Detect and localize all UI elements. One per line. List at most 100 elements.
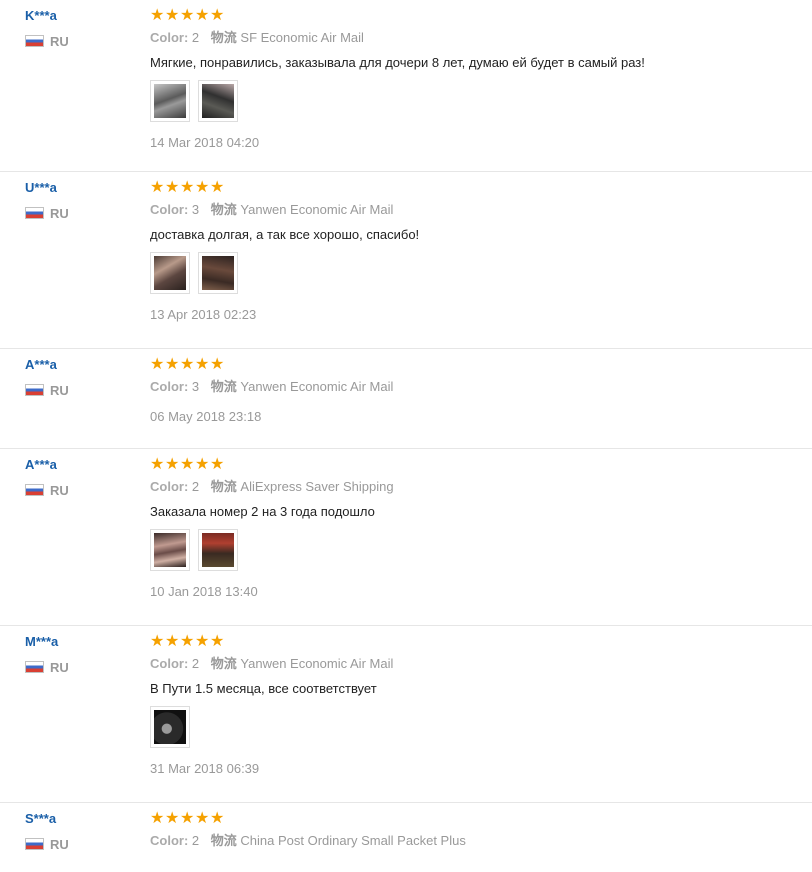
star-icon: ★ <box>165 7 180 24</box>
review-item: A***a RU ★ ★ ★ ★ ★ Color: 3 物流 Yanwen Econom… <box>0 349 812 449</box>
review-content: ★ ★ ★ ★ ★ Color: 2 物流 China Post Ordinary Sm… <box>150 811 802 849</box>
color-label: Color: <box>150 30 189 45</box>
star-rating: ★ ★ ★ ★ ★ <box>150 811 802 827</box>
star-icon: ★ <box>180 810 195 827</box>
star-icon: ★ <box>150 7 165 24</box>
russia-flag-icon <box>25 661 44 673</box>
logistics-label: 物流 <box>210 30 237 45</box>
review-date: 31 Mar 2018 06:39 <box>150 761 260 776</box>
review-item: A***a RU ★ ★ ★ ★ ★ Color: 2 物流 AliExpress Sa… <box>0 449 812 626</box>
country-code: RU <box>50 382 69 398</box>
review-photo-thumbnail[interactable] <box>198 252 238 294</box>
color-label: Color: <box>150 202 189 217</box>
review-user: U***a RU <box>25 180 69 221</box>
review-user: K***a RU <box>25 8 69 49</box>
review-content: ★ ★ ★ ★ ★ Color: 3 物流 Yanwen Economic Air Ma… <box>150 357 802 425</box>
review-content: ★ ★ ★ ★ ★ Color: 2 物流 SF Economic Air Mail М… <box>150 8 802 151</box>
review-date: 06 May 2018 23:18 <box>150 409 262 424</box>
color-value: 3 <box>191 202 200 217</box>
star-icon: ★ <box>150 456 165 473</box>
color-label: Color: <box>150 479 189 494</box>
star-icon: ★ <box>210 810 225 827</box>
review-item: S***a RU ★ ★ ★ ★ ★ Color: 2 物流 China Post Or… <box>0 803 812 872</box>
user-country: RU <box>25 837 69 852</box>
star-icon: ★ <box>210 356 225 373</box>
user-country: RU <box>25 382 69 398</box>
username-link[interactable]: K***a <box>25 8 69 24</box>
logistics-value: Yanwen Economic Air Mail <box>240 379 394 394</box>
username-link[interactable]: A***a <box>25 357 69 373</box>
review-photo-thumbnail[interactable] <box>198 529 238 571</box>
review-date: 13 Apr 2018 02:23 <box>150 307 257 322</box>
logistics-label: 物流 <box>210 479 237 494</box>
username-link[interactable]: A***a <box>25 457 69 473</box>
review-user: S***a RU <box>25 811 69 852</box>
review-user: A***a RU <box>25 457 69 498</box>
country-code: RU <box>50 33 69 49</box>
user-country: RU <box>25 482 69 498</box>
russia-flag-icon <box>25 384 44 396</box>
username-link[interactable]: S***a <box>25 811 69 827</box>
review-content: ★ ★ ★ ★ ★ Color: 2 物流 AliExpress Saver Shipp… <box>150 457 802 600</box>
star-icon: ★ <box>195 456 210 473</box>
star-icon: ★ <box>195 810 210 827</box>
color-value: 2 <box>191 656 200 671</box>
review-photo-thumbnail[interactable] <box>198 80 238 122</box>
review-item: U***a RU ★ ★ ★ ★ ★ Color: 3 物流 Yanwen Econom… <box>0 172 812 349</box>
review-photos <box>150 80 802 122</box>
star-rating: ★ ★ ★ ★ ★ <box>150 8 802 24</box>
star-icon: ★ <box>210 7 225 24</box>
logistics-value: China Post Ordinary Small Packet Plus <box>240 833 466 848</box>
review-photo-thumbnail[interactable] <box>150 80 190 122</box>
star-icon: ★ <box>150 179 165 196</box>
review-meta: Color: 3 物流 Yanwen Economic Air Mail <box>150 379 802 395</box>
review-photos <box>150 706 802 748</box>
review-photo-thumbnail[interactable] <box>150 252 190 294</box>
username-link[interactable]: U***a <box>25 180 69 196</box>
review-photo-thumbnail[interactable] <box>150 529 190 571</box>
star-icon: ★ <box>210 633 225 650</box>
star-icon: ★ <box>165 456 180 473</box>
logistics-value: Yanwen Economic Air Mail <box>240 202 394 217</box>
username-link[interactable]: M***a <box>25 634 69 650</box>
star-icon: ★ <box>210 456 225 473</box>
star-rating: ★ ★ ★ ★ ★ <box>150 634 802 650</box>
review-meta: Color: 2 物流 Yanwen Economic Air Mail <box>150 656 802 672</box>
star-icon: ★ <box>180 456 195 473</box>
color-value: 3 <box>191 379 200 394</box>
star-icon: ★ <box>150 633 165 650</box>
color-value: 2 <box>191 30 200 45</box>
review-meta: Color: 2 物流 AliExpress Saver Shipping <box>150 479 802 495</box>
country-code: RU <box>50 482 69 498</box>
star-icon: ★ <box>165 810 180 827</box>
russia-flag-icon <box>25 838 44 850</box>
review-comment: Заказала номер 2 на 3 года подошло <box>150 504 375 519</box>
review-photo-thumbnail[interactable] <box>150 706 190 748</box>
star-rating: ★ ★ ★ ★ ★ <box>150 357 802 373</box>
review-comment: Мягкие, понравились, заказывала для доче… <box>150 55 645 70</box>
star-icon: ★ <box>165 633 180 650</box>
review-user: M***a RU <box>25 634 69 675</box>
star-icon: ★ <box>150 356 165 373</box>
review-item: K***a RU ★ ★ ★ ★ ★ Color: 2 物流 SF Economic A… <box>0 0 812 172</box>
star-icon: ★ <box>195 356 210 373</box>
star-icon: ★ <box>150 810 165 827</box>
review-date: 10 Jan 2018 13:40 <box>150 584 258 599</box>
star-icon: ★ <box>180 633 195 650</box>
star-icon: ★ <box>195 7 210 24</box>
star-icon: ★ <box>195 633 210 650</box>
review-meta: Color: 2 物流 China Post Ordinary Small Pa… <box>150 833 802 849</box>
star-icon: ★ <box>195 179 210 196</box>
review-photos <box>150 529 802 571</box>
russia-flag-icon <box>25 484 44 496</box>
logistics-value: AliExpress Saver Shipping <box>240 479 394 494</box>
star-icon: ★ <box>180 356 195 373</box>
user-country: RU <box>25 206 69 221</box>
country-code: RU <box>50 659 69 675</box>
logistics-label: 物流 <box>210 202 237 217</box>
review-content: ★ ★ ★ ★ ★ Color: 3 物流 Yanwen Economic Air Ma… <box>150 180 802 323</box>
russia-flag-icon <box>25 35 44 47</box>
star-icon: ★ <box>165 179 180 196</box>
review-content: ★ ★ ★ ★ ★ Color: 2 物流 Yanwen Economic Air Ma… <box>150 634 802 777</box>
color-value: 2 <box>191 833 200 848</box>
